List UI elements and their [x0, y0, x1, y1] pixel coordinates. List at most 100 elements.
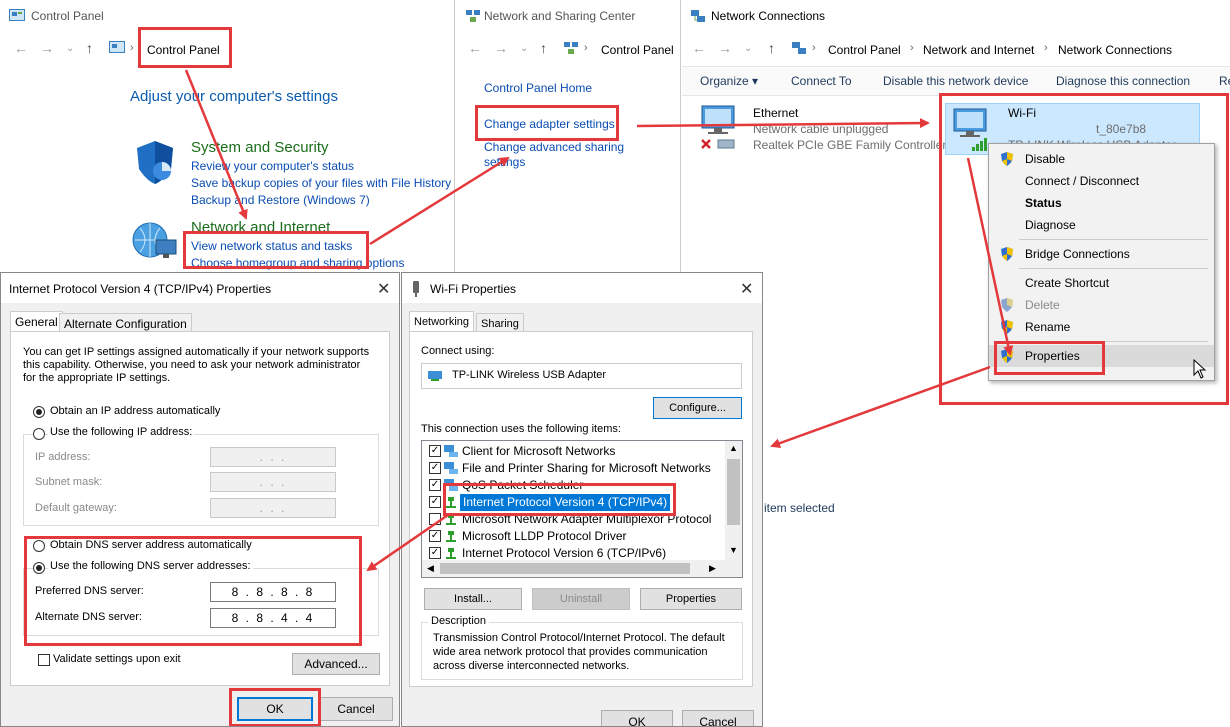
category-network-internet[interactable]: Network and Internet — [191, 219, 330, 236]
wifi-adapter-icon — [953, 108, 987, 151]
menu-diagnose[interactable]: Diagnose — [989, 214, 1214, 236]
component-checkbox[interactable]: ✓ — [429, 445, 441, 457]
ok-button[interactable]: OK — [237, 697, 313, 721]
recent-chevron-icon[interactable]: ⌄ — [520, 43, 528, 54]
link-backup-restore[interactable]: Backup and Restore (Windows 7) — [191, 193, 370, 207]
component-client-ms-networks[interactable]: ✓ Client for Microsoft Networks — [422, 443, 722, 460]
radio-auto-ip[interactable] — [33, 406, 45, 418]
menu-rename[interactable]: Rename — [989, 316, 1214, 338]
vertical-scrollbar[interactable]: ▲ ▼ — [725, 441, 742, 560]
component-lldp[interactable]: ✓ Microsoft LLDP Protocol Driver — [422, 528, 722, 545]
component-label: Client for Microsoft Networks — [462, 444, 616, 458]
radio-auto-dns[interactable] — [33, 540, 45, 552]
configure-button[interactable]: Configure... — [653, 397, 742, 419]
tab-networking[interactable]: Networking — [409, 311, 475, 332]
forward-arrow-icon[interactable]: → — [40, 40, 54, 56]
scroll-up-icon[interactable]: ▲ — [729, 443, 738, 453]
component-file-printer-sharing[interactable]: ✓ File and Printer Sharing for Microsoft… — [422, 460, 722, 477]
recent-chevron-icon[interactable]: ⌄ — [66, 43, 74, 54]
install-button[interactable]: Install... — [424, 588, 522, 610]
component-checkbox[interactable]: ✓ — [429, 479, 441, 491]
link-file-history[interactable]: Save backup copies of your files with Fi… — [191, 176, 451, 190]
component-multiplexor[interactable]: Microsoft Network Adapter Multiplexor Pr… — [422, 511, 722, 528]
up-arrow-icon[interactable]: ↑ — [540, 40, 547, 56]
tab-general[interactable]: General — [10, 311, 63, 332]
up-arrow-icon[interactable]: ↑ — [768, 40, 775, 56]
category-system-security[interactable]: System and Security — [191, 139, 329, 156]
component-label: File and Printer Sharing for Microsoft N… — [462, 461, 711, 475]
control-panel-icon — [109, 41, 125, 53]
breadcrumb-network-connections[interactable]: Network Connections — [1058, 40, 1172, 60]
scroll-down-icon[interactable]: ▼ — [729, 545, 738, 555]
network-connections-icon — [792, 42, 806, 54]
up-arrow-icon[interactable]: ↑ — [86, 40, 93, 56]
tab-sharing[interactable]: Sharing — [476, 313, 524, 333]
scroll-right-icon[interactable]: ▶ — [709, 563, 716, 574]
validate-checkbox[interactable] — [38, 654, 50, 666]
preferred-dns-field[interactable]: 8 . 8 . 8 . 8 — [210, 582, 336, 602]
disable-device-button[interactable]: Disable this network device — [883, 74, 1028, 88]
component-checkbox[interactable] — [429, 513, 441, 525]
rename-button[interactable]: Re — [1219, 74, 1230, 88]
component-ipv4[interactable]: ✓ Internet Protocol Version 4 (TCP/IPv4) — [422, 494, 722, 511]
page-heading: Adjust your computer's settings — [130, 88, 338, 105]
link-view-network-status[interactable]: View network status and tasks — [191, 239, 352, 253]
tab-alternate-configuration[interactable]: Alternate Configuration — [59, 313, 192, 333]
forward-arrow-icon[interactable]: → — [718, 40, 732, 56]
menu-disable[interactable]: Disable — [989, 148, 1214, 170]
menu-status[interactable]: Status — [989, 192, 1214, 214]
address-bar[interactable]: Control Panel — [147, 40, 220, 60]
cancel-button[interactable]: Cancel — [682, 710, 754, 726]
menu-connect-disconnect[interactable]: Connect / Disconnect — [989, 170, 1214, 192]
default-gateway-field[interactable]: . . . — [210, 498, 336, 518]
breadcrumb-control-panel[interactable]: Control Panel — [828, 40, 901, 60]
ip-address-field[interactable]: . . . — [210, 447, 336, 467]
forward-arrow-icon[interactable]: → — [494, 40, 508, 56]
ethernet-adapter[interactable]: Ethernet Network cable unplugged Realtek… — [698, 104, 948, 154]
link-control-panel-home[interactable]: Control Panel Home — [484, 81, 592, 95]
link-advanced-sharing-cont[interactable]: settings — [484, 155, 525, 169]
connect-to-button[interactable]: Connect To — [791, 74, 852, 88]
horizontal-scrollbar[interactable]: ◀ ▶ — [422, 560, 742, 577]
component-checkbox[interactable]: ✓ — [429, 530, 441, 542]
ok-button[interactable]: OK — [601, 710, 673, 726]
breadcrumb-network-internet[interactable]: Network and Internet — [923, 40, 1034, 60]
component-checkbox[interactable]: ✓ — [429, 462, 441, 474]
close-icon[interactable]: ✕ — [740, 279, 753, 299]
radio-manual-dns[interactable] — [33, 562, 45, 574]
radio-manual-ip[interactable] — [33, 428, 45, 440]
advanced-button[interactable]: Advanced... — [292, 653, 380, 675]
component-qos[interactable]: ✓ QoS Packet Scheduler — [422, 477, 722, 494]
link-review-status[interactable]: Review your computer's status — [191, 159, 354, 173]
link-change-adapter-settings[interactable]: Change adapter settings — [484, 117, 615, 131]
address-bar[interactable]: Control Panel — [601, 40, 674, 60]
radio-manual-ip-label: Use the following IP address: — [48, 426, 195, 438]
component-checkbox[interactable]: ✓ — [429, 547, 441, 559]
organize-button[interactable]: Organize ▾ — [700, 74, 758, 88]
menu-bridge-connections[interactable]: Bridge Connections — [989, 243, 1214, 265]
alternate-dns-field[interactable]: 8 . 8 . 4 . 4 — [210, 608, 336, 628]
network-center-icon — [466, 10, 480, 22]
scrollbar-thumb[interactable] — [727, 459, 740, 525]
menu-create-shortcut[interactable]: Create Shortcut — [989, 272, 1214, 294]
link-advanced-sharing[interactable]: Change advanced sharing — [484, 140, 624, 154]
diagnose-connection-button[interactable]: Diagnose this connection — [1056, 74, 1190, 88]
properties-button[interactable]: Properties — [640, 588, 742, 610]
menu-properties[interactable]: Properties — [989, 345, 1214, 367]
subnet-mask-field[interactable]: . . . — [210, 472, 336, 492]
protocol-icon — [446, 514, 456, 525]
uninstall-button[interactable]: Uninstall — [532, 588, 630, 610]
menu-disable-label: Disable — [1025, 152, 1066, 166]
close-icon[interactable]: ✕ — [377, 279, 390, 299]
cancel-button[interactable]: Cancel — [319, 697, 393, 721]
back-arrow-icon[interactable]: ← — [468, 40, 482, 56]
back-arrow-icon[interactable]: ← — [692, 40, 706, 56]
subnet-mask-label: Subnet mask: — [35, 476, 103, 488]
recent-chevron-icon[interactable]: ⌄ — [744, 43, 752, 54]
link-homegroup[interactable]: Choose homegroup and sharing options — [191, 256, 404, 270]
hscrollbar-thumb[interactable] — [440, 563, 690, 574]
scroll-left-icon[interactable]: ◀ — [427, 563, 434, 574]
menu-delete[interactable]: Delete — [989, 294, 1214, 316]
back-arrow-icon[interactable]: ← — [14, 40, 28, 56]
component-checkbox[interactable]: ✓ — [429, 496, 441, 508]
